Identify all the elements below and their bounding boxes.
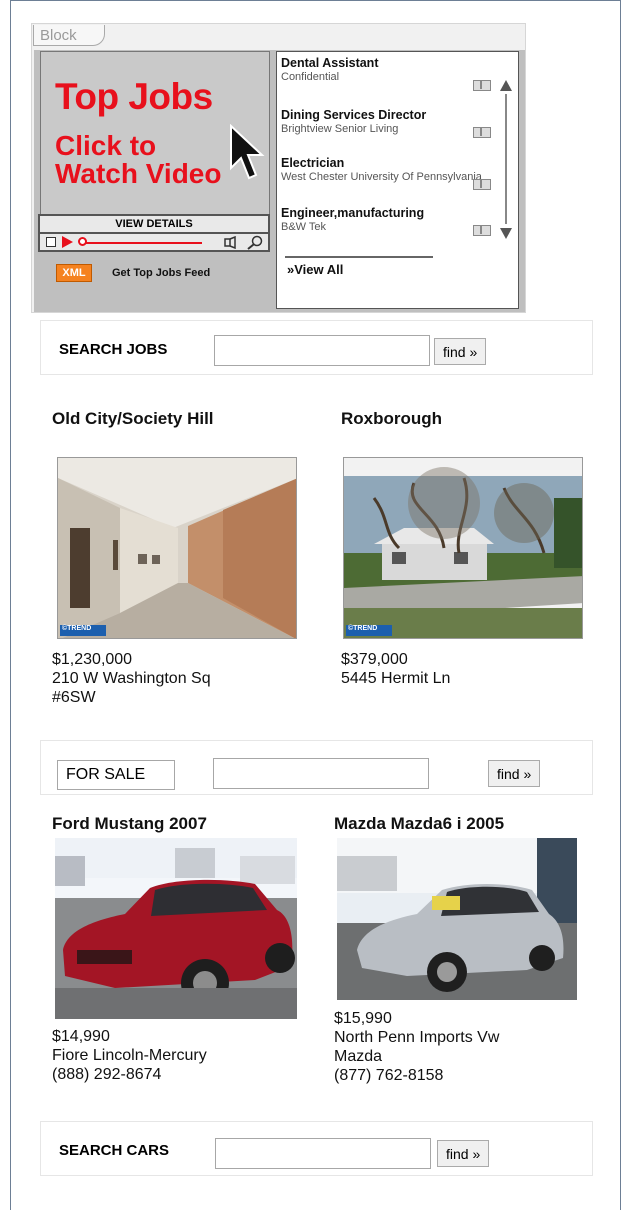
car-heading[interactable]: Ford Mustang 2007 — [52, 814, 207, 834]
volume-icon[interactable] — [224, 236, 240, 249]
home-photo-hallway[interactable]: ©TREND — [57, 457, 297, 639]
search-homes-find-button[interactable]: find » — [488, 760, 541, 787]
search-jobs-label: SEARCH JOBS — [59, 341, 168, 358]
search-jobs-find-button[interactable]: find » — [434, 338, 487, 365]
job-item[interactable]: Dental Assistant Confidential — [281, 56, 481, 83]
search-cars-input[interactable] — [215, 1138, 431, 1169]
car-price: $15,990 — [334, 1010, 392, 1027]
home-details: $1,230,000 210 W Washington Sq #6SW — [52, 650, 292, 707]
scrollbar-track[interactable] — [505, 94, 507, 224]
search-homes-input[interactable] — [213, 758, 429, 789]
house-image — [344, 458, 582, 638]
divider — [285, 256, 433, 258]
home-details: $379,000 5445 Hermit Ln — [341, 650, 581, 688]
mustang-image — [55, 838, 297, 1019]
job-item[interactable]: Dining Services Director Brightview Seni… — [281, 108, 481, 135]
home-address-line-1[interactable]: 5445 Hermit Ln — [341, 669, 581, 688]
job-title[interactable]: Dining Services Director — [281, 108, 481, 122]
view-details-button[interactable]: VIEW DETAILS — [38, 214, 270, 234]
photo-watermark: ©TREND — [60, 625, 106, 636]
video-panel[interactable]: Top Jobs Click to Watch Video — [40, 51, 270, 216]
home-photo-house[interactable]: ©TREND — [343, 457, 583, 639]
video-icon[interactable] — [473, 80, 491, 91]
job-list: Dental Assistant Confidential Dining Ser… — [276, 51, 519, 309]
mazda-image — [337, 838, 577, 1000]
search-homes-panel: FOR SALE find » — [40, 740, 593, 795]
job-company: Brightview Senior Living — [281, 123, 399, 135]
search-cars-label: SEARCH CARS — [59, 1142, 170, 1159]
home-address-line-1[interactable]: 210 W Washington Sq — [52, 669, 292, 688]
magnifier-icon[interactable] — [246, 235, 264, 250]
job-company: B&W Tek — [281, 221, 327, 233]
car-details: $14,990 Fiore Lincoln-Mercury (888) 292-… — [52, 1027, 312, 1084]
job-company: West Chester University Of Pennsylvania — [281, 171, 482, 183]
video-subtitle: Click to Watch Video — [55, 132, 221, 188]
car-heading[interactable]: Mazda Mazda6 i 2005 — [334, 814, 504, 834]
search-jobs-input[interactable] — [214, 335, 430, 366]
feed-link[interactable]: Get Top Jobs Feed — [112, 267, 210, 279]
job-title[interactable]: Engineer,manufacturing — [281, 206, 481, 220]
home-address-line-2[interactable]: #6SW — [52, 688, 292, 707]
xml-feed-badge[interactable]: XML — [56, 264, 92, 282]
home-price: $1,230,000 — [52, 651, 133, 668]
search-jobs-panel: SEARCH JOBS find » — [40, 320, 593, 375]
car-dealer[interactable]: Fiore Lincoln-Mercury — [52, 1046, 312, 1065]
stop-icon[interactable] — [46, 237, 56, 247]
video-subtitle-line-1: Click to — [55, 130, 157, 161]
video-icon[interactable] — [473, 225, 491, 236]
top-jobs-widget: Block Top Jobs Click to Watch Video VIEW… — [31, 23, 526, 313]
home-heading[interactable]: Roxborough — [341, 409, 442, 429]
home-price: $379,000 — [341, 651, 408, 668]
video-icon[interactable] — [473, 179, 491, 190]
car-dealer-line-2[interactable]: Mazda — [334, 1047, 594, 1066]
progress-knob[interactable] — [78, 237, 87, 246]
car-phone: (888) 292-8674 — [52, 1066, 162, 1083]
video-icon[interactable] — [473, 127, 491, 138]
job-company: Confidential — [281, 71, 340, 83]
job-item[interactable]: Electrician West Chester University Of P… — [281, 156, 482, 183]
job-title[interactable]: Dental Assistant — [281, 56, 481, 70]
job-item[interactable]: Engineer,manufacturing B&W Tek — [281, 206, 481, 233]
car-price: $14,990 — [52, 1028, 110, 1045]
car-photo-mazda[interactable] — [337, 838, 577, 1000]
job-title[interactable]: Electrician — [281, 156, 481, 170]
search-cars-find-button[interactable]: find » — [437, 1140, 490, 1167]
car-dealer-line-1[interactable]: North Penn Imports Vw — [334, 1028, 594, 1047]
car-photo-mustang[interactable] — [55, 838, 297, 1019]
video-title: Top Jobs — [55, 76, 213, 117]
block-tab[interactable]: Block — [33, 25, 105, 46]
home-heading[interactable]: Old City/Society Hill — [52, 409, 214, 429]
listing-type-select[interactable]: FOR SALE — [57, 760, 175, 790]
car-details: $15,990 North Penn Imports Vw Mazda (877… — [334, 1009, 594, 1085]
scroll-up-arrow-icon[interactable] — [500, 80, 512, 91]
car-phone: (877) 762-8158 — [334, 1067, 444, 1084]
hallway-image — [58, 458, 296, 638]
scroll-down-arrow-icon[interactable] — [500, 228, 512, 239]
mouse-cursor-icon — [230, 124, 265, 180]
view-all-link[interactable]: »View All — [287, 262, 343, 277]
photo-watermark: ©TREND — [346, 625, 392, 636]
search-cars-panel: SEARCH CARS find » — [40, 1121, 593, 1176]
video-subtitle-line-2: Watch Video — [55, 158, 222, 189]
play-icon[interactable] — [62, 236, 73, 248]
video-player-controls — [38, 234, 270, 252]
progress-track[interactable] — [84, 242, 202, 244]
